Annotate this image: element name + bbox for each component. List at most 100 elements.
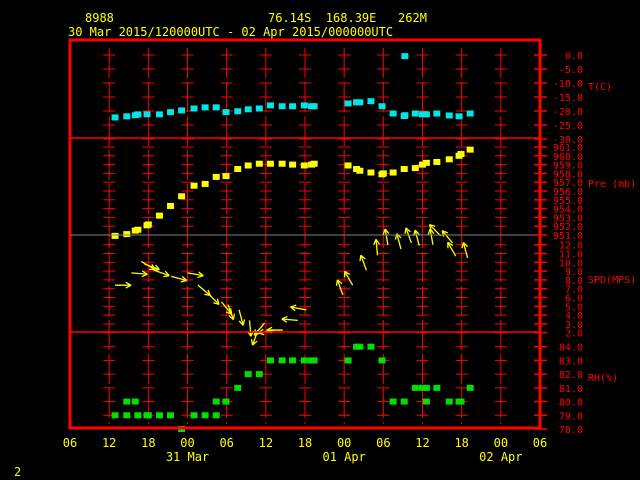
temperature-point [212,104,220,111]
temperature-point [255,105,263,112]
temperature-point [300,102,308,109]
temperature-point [411,110,419,117]
pressure-point [155,212,163,219]
x-tick-label: 00 [180,436,194,450]
date-label: 01 Apr [322,450,365,464]
temperature-point [401,53,409,60]
pressure-point [167,202,175,209]
wind-arrow-head [250,339,254,346]
station-id: 8988 [85,11,114,25]
y-tick-label: -5.0 [559,65,583,76]
y-tick-label: 82.0 [559,370,583,381]
pressure-point [356,167,364,174]
humidity-point [457,398,465,405]
humidity-point [244,371,252,378]
temperature-point [111,114,119,121]
pressure-point [222,173,230,180]
humidity-point [255,371,263,378]
wind-arrow-head [359,255,362,262]
temperature-point [445,112,453,119]
temperature-point [389,110,397,117]
aws-timeseries-chart: 8988 76.14S 168.39E 262M 30 Mar 2015/120… [0,0,640,480]
y-tick-label: 81.0 [559,384,583,395]
x-tick-label: 12 [102,436,116,450]
humidity-point [111,412,119,419]
humidity-point [300,357,308,364]
humidity-point [422,384,430,391]
pressure-point [255,160,263,167]
temperature-point [466,110,474,117]
x-tick-label: 06 [376,436,390,450]
temperature-point [155,111,163,118]
temperature-point [422,111,430,118]
date-label: 31 Mar [166,450,209,464]
temperature-point [234,108,242,115]
y-tick-label: -20.0 [553,107,583,118]
y-tick-label: 80.0 [559,398,583,409]
wind-arrow-head [404,227,407,234]
x-tick-label: 18 [141,436,155,450]
humidity-point [422,398,430,405]
humidity-point [378,357,386,364]
humidity-point [155,412,163,419]
humidity-point [445,398,453,405]
x-tick-label: 06 [63,436,77,450]
pressure-point [457,151,465,158]
date-label: 02 Apr [479,450,522,464]
humidity-point [201,412,209,419]
humidity-point [411,384,419,391]
humidity-point [131,398,139,405]
x-tick-label: 00 [337,436,351,450]
temperature-point [266,102,274,109]
humidity-point [222,398,230,405]
pressure-point [389,169,397,176]
background [0,0,640,480]
humidity-point [367,343,375,350]
pressure-point [178,193,186,200]
y-tick-label: 78.0 [559,425,583,436]
y-tick-label: 83.0 [559,356,583,367]
temperature-point [123,113,131,120]
humidity-point [310,357,318,364]
x-tick-label: 06 [533,436,547,450]
y-tick-label: -25.0 [553,121,583,132]
humidity-point [266,357,274,364]
temperature-point [190,105,198,112]
humidity-point [289,357,297,364]
wind-arrow-head [232,313,235,320]
y-tick-label: 79.0 [559,411,583,422]
temperature-point [378,103,386,110]
pressure-point [379,170,387,177]
temperature-point [356,99,364,106]
time-period: 30 Mar 2015/120000UTC - 02 Apr 2015/0000… [68,25,393,39]
x-tick-label: 18 [454,436,468,450]
temperature-point [244,106,252,113]
pressure-point [289,161,297,168]
temperature-point [222,109,230,116]
temperature-point [310,103,318,110]
temperature-point [289,103,297,110]
pressure-point [433,158,441,165]
humidity-point [167,412,175,419]
pressure-point [367,169,375,176]
temperature-point [455,113,463,120]
y-tick-label: 0.0 [565,51,583,62]
pressure-point [266,160,274,167]
pressure-point [201,180,209,187]
y-tick-label: -15.0 [553,93,583,104]
pressure-point [190,182,198,189]
axis-title-wind: SPD(MPS) [588,275,636,286]
humidity-point [466,384,474,391]
axis-title-humidity: RH(%) [588,373,618,384]
x-tick-label: 12 [415,436,429,450]
x-tick-label: 00 [494,436,508,450]
humidity-point [356,343,364,350]
humidity-point [144,412,152,419]
axis-title-temperature: T(C) [588,82,612,93]
temperature-point [201,104,209,111]
pressure-point [144,221,152,228]
temperature-point [278,103,286,110]
temperature-point [433,110,441,117]
pressure-point [310,160,318,167]
temperature-point [167,109,175,116]
